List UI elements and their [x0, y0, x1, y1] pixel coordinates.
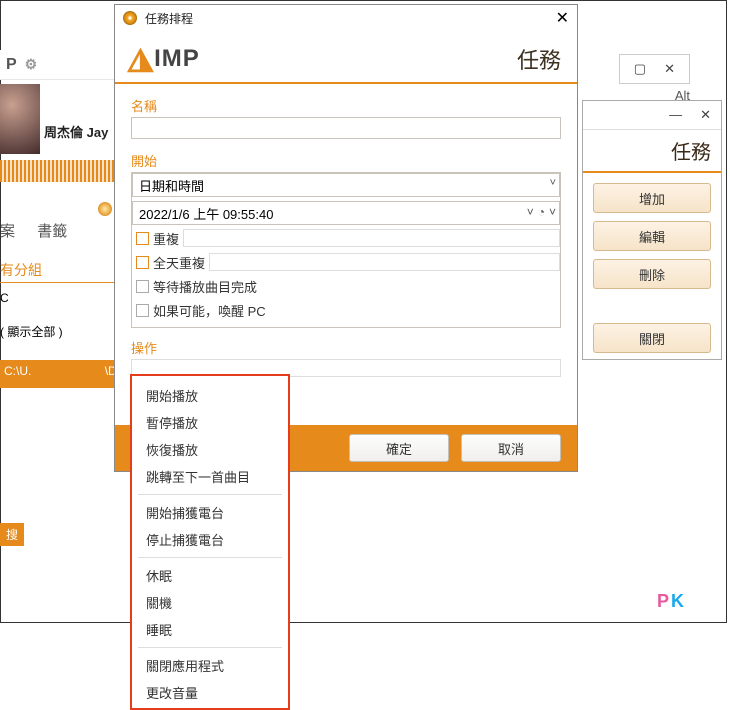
- show-all-label: ( 顯示全部 ): [0, 323, 120, 340]
- checkbox-wait[interactable]: [136, 280, 149, 293]
- tp-add-button[interactable]: 增加: [593, 183, 711, 213]
- bg-close-icon[interactable]: ✕: [664, 61, 675, 77]
- label-start: 開始: [131, 151, 561, 170]
- player-tabs: 案 書籤: [0, 220, 85, 241]
- bg-minimize-icon[interactable]: ▢: [634, 61, 646, 77]
- tab-bookmark[interactable]: 書籤: [37, 223, 67, 240]
- tp-minimize-icon[interactable]: —: [669, 107, 682, 123]
- player-path: C:\U. \D: [4, 364, 117, 378]
- chevron-down-icon[interactable]: ˅: [549, 205, 556, 219]
- label-allday: 全天重複: [153, 253, 205, 272]
- watermark: PK: [657, 591, 686, 612]
- chevron-down-icon[interactable]: ˅: [527, 205, 534, 219]
- group-item[interactable]: C: [0, 291, 120, 305]
- tp-close-icon[interactable]: ✕: [700, 107, 711, 123]
- label-ops: 操作: [131, 338, 561, 357]
- current-artist: 周杰倫 Jay: [44, 122, 108, 141]
- repeat-value-field[interactable]: [183, 229, 560, 247]
- menu-item-sleep[interactable]: 睡眠: [132, 616, 288, 643]
- aimp-brand: ◮IMP: [129, 41, 200, 76]
- menu-item-stop-capture[interactable]: 停止捕獲電台: [132, 526, 288, 553]
- task-panel-title: 任務: [583, 130, 721, 173]
- brand-rest: IMP: [154, 45, 200, 73]
- add-action-menu: 開始播放 暫停播放 恢復播放 跳轉至下一首曲目 開始捕獲電台 停止捕獲電台 休眠…: [130, 374, 290, 710]
- datetime-input[interactable]: [132, 201, 560, 225]
- ok-button[interactable]: 確定: [349, 434, 449, 462]
- cancel-button[interactable]: 取消: [461, 434, 561, 462]
- start-mode-select[interactable]: [132, 173, 560, 197]
- menu-item-resume[interactable]: 恢復播放: [132, 436, 288, 463]
- tp-close-button[interactable]: 關閉: [593, 323, 711, 353]
- search-label[interactable]: 搜: [0, 523, 24, 546]
- label-repeat: 重複: [153, 229, 179, 248]
- menu-item-next-track[interactable]: 跳轉至下一首曲目: [132, 463, 288, 490]
- tp-edit-button[interactable]: 編輯: [593, 221, 711, 251]
- name-input[interactable]: [131, 117, 561, 139]
- menu-separator: [138, 647, 282, 648]
- checkbox-wake[interactable]: [136, 304, 149, 317]
- aimp-logo-icon: [98, 202, 112, 216]
- tp-delete-button[interactable]: 刪除: [593, 259, 711, 289]
- start-block: ˅ ˅ ◔ ˅ 重複 全天重複 等待: [131, 172, 561, 328]
- label-wake: 如果可能，喚醒 PC: [153, 301, 266, 320]
- menu-separator: [138, 557, 282, 558]
- aimp-logo-icon: [123, 11, 137, 25]
- gear-icon[interactable]: ⚙: [25, 56, 38, 73]
- menu-item-start-capture[interactable]: 開始捕獲電台: [132, 499, 288, 526]
- player-brand: P: [6, 56, 17, 74]
- brand-a-icon: ◮: [128, 41, 154, 76]
- checkbox-repeat[interactable]: [136, 232, 149, 245]
- label-wait: 等待播放曲目完成: [153, 277, 257, 296]
- allday-value-field[interactable]: [209, 253, 560, 271]
- album-art: [0, 84, 40, 154]
- group-heading: 有分組: [0, 260, 120, 283]
- bg-window-controls: ▢ ✕: [619, 54, 690, 84]
- task-list-window: — ✕ 任務 增加 編輯 刪除 關閉: [582, 100, 722, 360]
- menu-item-hibernate[interactable]: 休眠: [132, 562, 288, 589]
- menu-item-change-volume[interactable]: 更改音量: [132, 679, 288, 706]
- waveform: [0, 160, 130, 182]
- checkbox-allday[interactable]: [136, 256, 149, 269]
- menu-item-start-play[interactable]: 開始播放: [132, 382, 288, 409]
- menu-item-close-app[interactable]: 關閉應用程式: [132, 652, 288, 679]
- dialog-close-icon[interactable]: ✕: [556, 8, 569, 28]
- menu-item-shutdown[interactable]: 關機: [132, 589, 288, 616]
- dialog-title: 任務排程: [145, 10, 193, 27]
- aimp-player-window: P ⚙ 周杰倫 Jay MP3, 44 kH: [0, 50, 130, 154]
- label-name: 名稱: [131, 96, 561, 115]
- menu-item-pause[interactable]: 暫停播放: [132, 409, 288, 436]
- tab-file[interactable]: 案: [0, 223, 15, 240]
- dialog-subtitle: 任務: [517, 43, 561, 75]
- path-a: C:\U.: [4, 364, 31, 378]
- menu-separator: [138, 494, 282, 495]
- clock-icon[interactable]: ◔: [538, 205, 545, 219]
